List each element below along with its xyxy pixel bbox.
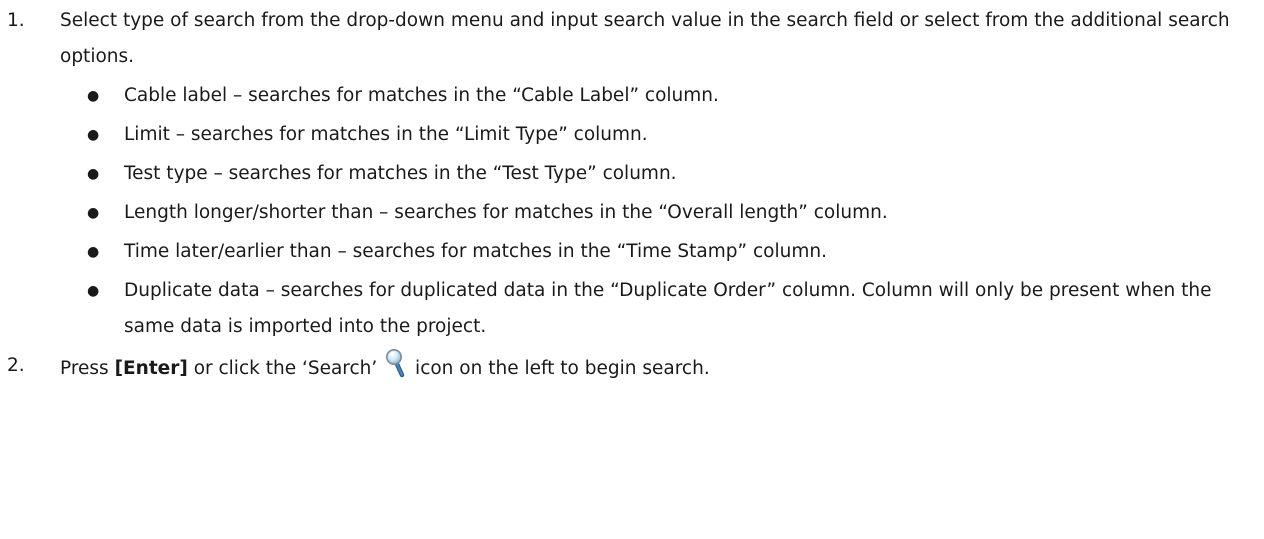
step-2-text-mid: or click the ‘Search’ — [187, 358, 378, 379]
step-1-number: 1. — [7, 10, 25, 31]
step-1: 1. Select type of search from the drop-d… — [0, 3, 1264, 75]
search-options-list: ● Cable label – searches for matches in … — [0, 78, 1264, 345]
bullet-icon: ● — [87, 166, 100, 182]
instructions-document: 1. Select type of search from the drop-d… — [0, 0, 1264, 387]
list-item: ● Cable label – searches for matches in … — [0, 78, 1264, 114]
list-item: ● Length longer/shorter than – searches … — [0, 195, 1264, 231]
list-item: ● Limit – searches for matches in the “L… — [0, 117, 1264, 153]
list-item-text: Time later/earlier than – searches for m… — [124, 241, 827, 262]
list-item: ● Test type – searches for matches in th… — [0, 156, 1264, 192]
list-item-text: Duplicate data – searches for duplicated… — [124, 280, 1212, 337]
list-item-text: Length longer/shorter than – searches fo… — [124, 202, 888, 223]
enter-key-label: [Enter] — [114, 358, 188, 379]
list-item: ● Duplicate data – searches for duplicat… — [0, 273, 1264, 345]
step-2-text-after: icon on the left to begin search. — [409, 358, 710, 379]
bullet-icon: ● — [87, 127, 100, 143]
bullet-icon: ● — [87, 244, 100, 260]
bullet-icon: ● — [87, 283, 100, 299]
step-1-text: Select type of search from the drop-down… — [60, 10, 1230, 67]
list-item-text: Test type – searches for matches in the … — [124, 163, 677, 184]
bullet-icon: ● — [87, 88, 100, 104]
step-2-text-before: Press — [60, 358, 115, 379]
list-item-text: Cable label – searches for matches in th… — [124, 85, 719, 106]
list-item-text: Limit – searches for matches in the “Lim… — [124, 124, 648, 145]
magnifier-icon — [385, 348, 407, 378]
step-2: 2. Press [Enter] or click the ‘Search’ i… — [0, 348, 1264, 387]
bullet-icon: ● — [87, 205, 100, 221]
step-2-number: 2. — [7, 355, 25, 376]
list-item: ● Time later/earlier than – searches for… — [0, 234, 1264, 270]
